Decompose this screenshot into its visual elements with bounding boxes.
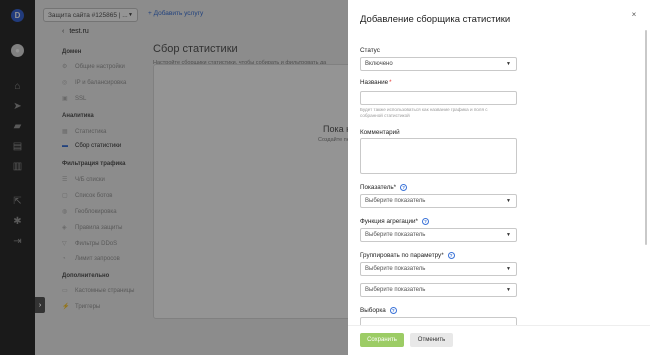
status-label: Статус bbox=[360, 47, 380, 54]
help-icon[interactable]: ? bbox=[400, 184, 408, 191]
comment-textarea[interactable] bbox=[360, 138, 517, 174]
aggregation-label: Функция агрегации*? bbox=[360, 218, 430, 225]
name-label-text: Название bbox=[360, 79, 389, 86]
name-label: Название * bbox=[360, 79, 392, 86]
name-hint: Будет также использоваться как название … bbox=[360, 107, 488, 118]
indicator-label-text: Показатель* bbox=[360, 184, 397, 191]
group-by-select-placeholder: Выберите показатель bbox=[365, 266, 426, 272]
add-collector-drawer: Добавление сборщика статистики × Статус … bbox=[348, 0, 650, 355]
chevron-down-icon: ▼ bbox=[506, 198, 511, 204]
scrollbar[interactable] bbox=[645, 30, 647, 245]
status-select[interactable]: Включено ▼ bbox=[360, 57, 517, 71]
name-input[interactable] bbox=[360, 91, 517, 105]
help-icon[interactable]: ? bbox=[422, 218, 430, 225]
drawer-footer: Сохранить Отменить bbox=[348, 325, 650, 355]
save-button[interactable]: Сохранить bbox=[360, 333, 404, 347]
group-by-select-2[interactable]: Выберите показатель ▼ bbox=[360, 283, 517, 297]
collapse-sidebar-button[interactable]: › bbox=[35, 297, 45, 313]
selection-label-text: Выборка bbox=[360, 307, 386, 314]
group-by-label: Группировать по параметру*? bbox=[360, 252, 455, 259]
comment-label: Комментарий bbox=[360, 129, 400, 136]
group-by-select-1[interactable]: Выберите показатель ▼ bbox=[360, 262, 517, 276]
indicator-label: Показатель*? bbox=[360, 184, 408, 191]
help-icon[interactable]: ? bbox=[389, 307, 397, 314]
status-label-text: Статус bbox=[360, 47, 380, 54]
comment-label-text: Комментарий bbox=[360, 129, 400, 136]
drawer-title: Добавление сборщика статистики bbox=[360, 14, 511, 25]
chevron-down-icon: ▼ bbox=[506, 266, 511, 272]
group-by-select-placeholder: Выберите показатель bbox=[365, 287, 426, 293]
aggregation-label-text: Функция агрегации* bbox=[360, 218, 419, 225]
aggregation-select-placeholder: Выберите показатель bbox=[365, 232, 426, 238]
aggregation-select[interactable]: Выберите показатель ▼ bbox=[360, 228, 517, 242]
close-icon[interactable]: × bbox=[629, 9, 639, 19]
chevron-right-icon: › bbox=[38, 301, 42, 309]
indicator-select[interactable]: Выберите показатель ▼ bbox=[360, 194, 517, 208]
cancel-button[interactable]: Отменить bbox=[410, 333, 453, 347]
chevron-down-icon: ▼ bbox=[506, 232, 511, 238]
status-select-value: Включено bbox=[365, 61, 393, 67]
required-marker: * bbox=[389, 79, 392, 86]
chevron-down-icon: ▼ bbox=[506, 287, 511, 293]
help-icon[interactable]: ? bbox=[447, 252, 455, 259]
selection-label: Выборка? bbox=[360, 307, 397, 314]
indicator-select-placeholder: Выберите показатель bbox=[365, 198, 426, 204]
group-by-label-text: Группировать по параметру* bbox=[360, 252, 444, 259]
chevron-down-icon: ▼ bbox=[506, 61, 511, 67]
